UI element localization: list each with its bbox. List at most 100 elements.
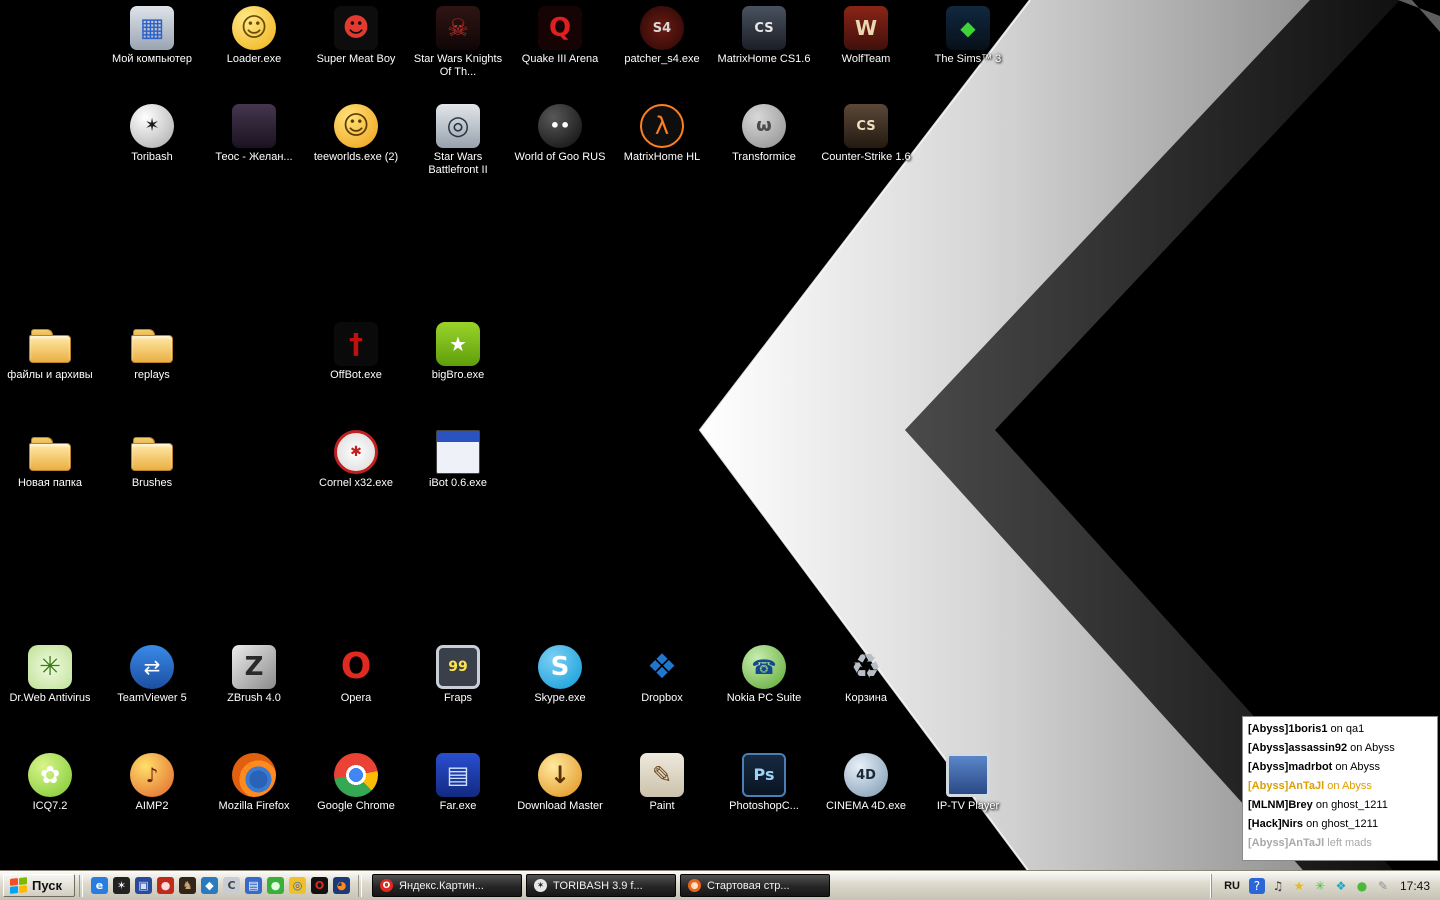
- desktop-icon-world-of-goo[interactable]: •• World of Goo RUS: [512, 104, 608, 164]
- desktop-icon-replays[interactable]: replays: [104, 322, 200, 382]
- toribash-task-icon: ✶: [534, 879, 547, 892]
- teamviewer-icon: ⇄: [130, 645, 174, 689]
- desktop-icon-paint[interactable]: ✎ Paint: [614, 753, 710, 813]
- skype-icon: S: [538, 645, 582, 689]
- game-icon[interactable]: ♞: [179, 877, 196, 894]
- volume-icon[interactable]: ♫: [1270, 878, 1286, 894]
- battlefront-helmet-icon: ◎: [436, 104, 480, 148]
- opera-icon: O: [340, 646, 372, 687]
- desktop-icon-label: Mozilla Firefox: [218, 800, 290, 812]
- desktop-icon-cornel[interactable]: ✱ Cornel x32.exe: [308, 430, 404, 490]
- update-star-icon[interactable]: ★: [1291, 878, 1307, 894]
- desktop-icon-my-computer[interactable]: ▦ Мой компьютер: [104, 6, 200, 66]
- desktop-icon-transformice[interactable]: ω Transformice: [716, 104, 812, 164]
- desktop-icon-photoshop[interactable]: Ps PhotoshopC...: [716, 753, 812, 813]
- taskbar-task-toribash-window[interactable]: ✶ TORIBASH 3.9 f...: [526, 874, 676, 897]
- desktop-icon-cs16[interactable]: CS Counter-Strike 1.6: [818, 104, 914, 164]
- desktop-icon-label: Корзина: [845, 692, 887, 704]
- desktop-icon-wolfteam[interactable]: W WolfTeam: [818, 6, 914, 66]
- save-icon[interactable]: ▣: [135, 877, 152, 894]
- pencil-icon[interactable]: ✎: [1375, 878, 1391, 894]
- desktop-icon-label: Новая папка: [17, 477, 83, 489]
- paint-brush-icon: ✎: [640, 753, 684, 797]
- sims3-plumbob-icon: ◆: [946, 6, 990, 50]
- desktop-icon-offbot[interactable]: † OffBot.exe: [308, 322, 404, 382]
- desktop-icon-label: iBot 0.6.exe: [428, 477, 488, 489]
- offbot-brand-icon: †: [334, 322, 378, 366]
- nokia-quicklaunch-icon[interactable]: ●: [267, 877, 284, 894]
- desktop-icon-label: The Sims™ 3: [934, 53, 1002, 65]
- desktop-icon-patcher-s4[interactable]: S4 patcher_s4.exe: [614, 6, 710, 66]
- desktop-icon-label: teeworlds.exe (2): [313, 151, 399, 163]
- desktop-icon-cinema4d[interactable]: 4D CINEMA 4D.exe: [818, 753, 914, 813]
- desktop-icon-chrome[interactable]: Google Chrome: [308, 753, 404, 813]
- desktop-icon-sims3[interactable]: ◆ The Sims™ 3: [920, 6, 1016, 66]
- taskbar-task-yandex-images[interactable]: O Яндекс.Картин...: [372, 874, 522, 897]
- clock[interactable]: 17:43: [1400, 879, 1430, 893]
- photoshop-icon: Ps: [742, 753, 786, 797]
- toribash-quicklaunch-icon[interactable]: ✶: [113, 877, 130, 894]
- dropbox-tray-icon[interactable]: ❖: [1333, 878, 1349, 894]
- desktop-icon-dropbox[interactable]: ❖ Dropbox: [614, 645, 710, 705]
- desktop-icon-label: Super Meat Boy: [316, 53, 396, 65]
- dropbox-icon: ❖: [646, 647, 678, 687]
- desktop-icon-firefox[interactable]: Mozilla Firefox: [206, 753, 302, 813]
- agent-icon[interactable]: ●: [1354, 878, 1370, 894]
- desktop-icon-recycle-bin[interactable]: ♻ Корзина: [818, 645, 914, 705]
- desktop-icon-matrixhome-hl[interactable]: λ MatrixHome HL: [614, 104, 710, 164]
- desktop-icon-fraps[interactable]: 99 Fraps: [410, 645, 506, 705]
- desktop-icon-label: ZBrush 4.0: [227, 692, 281, 704]
- chat-overlay: [Abyss]1boris1 on qa1 [Abyss]assassin92 o…: [1242, 716, 1438, 861]
- kotor-icon: ☠: [436, 6, 480, 50]
- task-buttons: O Яндекс.Картин... ✶ TORIBASH 3.9 f... ● Стар…: [372, 874, 830, 897]
- teeworlds-icon: ☺: [334, 104, 378, 148]
- zbrush-icon: Z: [232, 645, 276, 689]
- desktop-icon-iptv[interactable]: IP-TV Player: [920, 753, 1016, 813]
- opera-quicklaunch-icon[interactable]: O: [311, 877, 328, 894]
- messenger-icon[interactable]: ◆: [201, 877, 218, 894]
- taskbar-task-start-page[interactable]: ● Стартовая стр...: [680, 874, 830, 897]
- desktop-icon-new-folder[interactable]: Новая папка: [2, 430, 98, 490]
- desktop-icon-drweb[interactable]: ✳ Dr.Web Antivirus: [2, 645, 98, 705]
- desktop-icon-download-master[interactable]: ↓ Download Master: [512, 753, 608, 813]
- desktop-icon-skype[interactable]: S Skype.exe: [512, 645, 608, 705]
- desktop-icon-teamviewer[interactable]: ⇄ TeamViewer 5: [104, 645, 200, 705]
- desktop-icon-opera[interactable]: O Opera: [308, 645, 404, 705]
- antivirus-tray-icon[interactable]: ✳: [1312, 878, 1328, 894]
- desktop-icon-label: OffBot.exe: [330, 369, 382, 381]
- explorer-window-icon[interactable]: ▤: [245, 877, 262, 894]
- desktop-icon-loader-exe[interactable]: ☺ Loader.exe: [206, 6, 302, 66]
- firefox-quicklaunch-icon[interactable]: ◕: [333, 877, 350, 894]
- cinema4d-quicklaunch-icon[interactable]: C: [223, 877, 240, 894]
- internet-explorer-icon[interactable]: e: [91, 877, 108, 894]
- start-button[interactable]: Пуск: [3, 874, 75, 897]
- desktop-icon-matrixhome-cs16[interactable]: CS MatrixHome CS1.6: [716, 6, 812, 66]
- desktop-icon-icq[interactable]: ✿ ICQ7.2: [2, 753, 98, 813]
- desktop-icon-far[interactable]: ▤ Far.exe: [410, 753, 506, 813]
- desktop-icon-ibot[interactable]: iBot 0.6.exe: [410, 430, 506, 490]
- loader-icon: ☺: [232, 6, 276, 50]
- desktop-icon-label: replays: [134, 369, 170, 381]
- desktop-icon-super-meat-boy[interactable]: ☻ Super Meat Boy: [308, 6, 404, 66]
- aimp-icon: ♪: [130, 753, 174, 797]
- desktop-icon-quake3[interactable]: Q Quake III Arena: [512, 6, 608, 66]
- download-master-icon: ↓: [538, 753, 582, 797]
- media-player-icon[interactable]: ●: [157, 877, 174, 894]
- desktop-icon-brushes[interactable]: Brushes: [104, 430, 200, 490]
- desktop-icon-battlefront2[interactable]: ◎ Star Wars Battlefront II: [410, 104, 506, 177]
- chrome-quicklaunch-icon[interactable]: ◎: [289, 877, 306, 894]
- desktop-icon-swkotor[interactable]: ☠ Star Wars Knights Of Th...: [410, 6, 506, 79]
- desktop-icon-nokia[interactable]: ☎ Nokia PC Suite: [716, 645, 812, 705]
- desktop-icon-bigbro[interactable]: ★ bigBro.exe: [410, 322, 506, 382]
- desktop-icon-toribash[interactable]: ✶ Toribash: [104, 104, 200, 164]
- desktop-icon-aimp2[interactable]: ♪ AIMP2: [104, 753, 200, 813]
- language-indicator[interactable]: RU: [1220, 878, 1244, 894]
- desktop-icon-teeworlds[interactable]: ☺ teeworlds.exe (2): [308, 104, 404, 164]
- fraps-monitor-icon: 99: [436, 645, 480, 689]
- desktop-icon-teos[interactable]: Теос - Желан...: [206, 104, 302, 164]
- desktop-icon-label: Transformice: [732, 151, 796, 163]
- desktop-icon-zbrush[interactable]: Z ZBrush 4.0: [206, 645, 302, 705]
- help-icon[interactable]: ?: [1248, 877, 1265, 894]
- desktop-icon-files-archives[interactable]: файлы и архивы: [2, 322, 98, 382]
- chat-line: [Hack]Nirs on ghost_1211: [1248, 818, 1379, 830]
